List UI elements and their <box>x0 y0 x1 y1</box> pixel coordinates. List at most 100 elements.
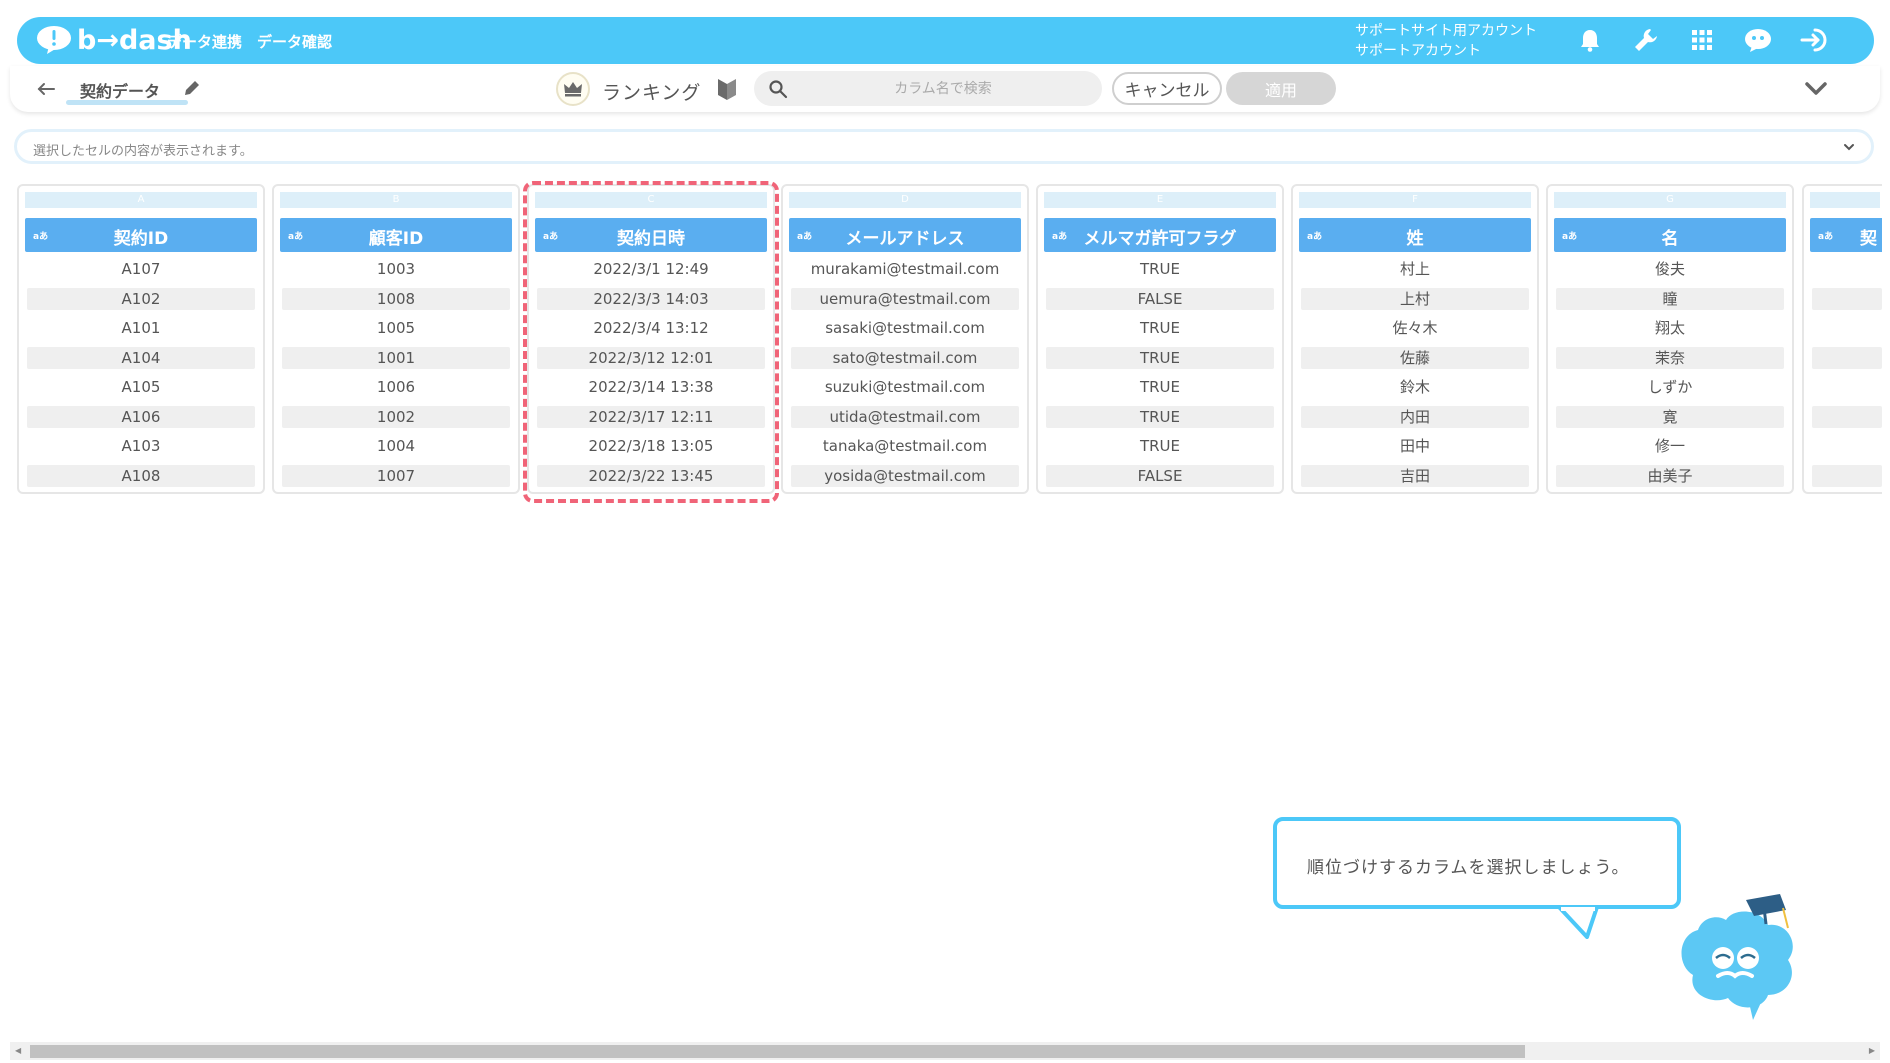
table-cell[interactable]: A102 <box>27 287 255 310</box>
bell-icon[interactable] <box>1575 25 1605 55</box>
table-cell[interactable]: 2022/3/3 14:03 <box>537 287 765 310</box>
table-cell[interactable] <box>1812 346 1882 369</box>
table-cell[interactable]: 1001 <box>282 346 510 369</box>
table-cell[interactable]: 内田 <box>1301 405 1529 428</box>
table-cell[interactable]: 2022/3/22 13:45 <box>537 464 765 487</box>
table-cell[interactable]: 俊夫 <box>1556 258 1784 280</box>
column-header[interactable]: aあ名 <box>1554 218 1786 252</box>
table-cell[interactable]: yosida@testmail.com <box>791 464 1019 487</box>
table-cell[interactable]: A101 <box>27 317 255 339</box>
column-header[interactable]: aあ 契約ID <box>25 218 257 252</box>
table-cell[interactable]: 佐藤 <box>1301 346 1529 369</box>
table-cell[interactable]: TRUE <box>1046 346 1274 369</box>
table-cell[interactable]: TRUE <box>1046 258 1274 280</box>
table-cell[interactable]: uemura@testmail.com <box>791 287 1019 310</box>
table-cell[interactable]: 1004 <box>282 435 510 457</box>
table-cell[interactable]: 2022/3/4 13:12 <box>537 317 765 339</box>
table-cell[interactable]: 翔太 <box>1556 317 1784 339</box>
nav-data-integration[interactable]: データ連携 <box>167 31 242 52</box>
table-cell[interactable]: 瞳 <box>1556 287 1784 310</box>
table-cell[interactable]: 1007 <box>282 464 510 487</box>
table-cell[interactable]: 茉奈 <box>1556 346 1784 369</box>
table-cell[interactable]: A108 <box>27 464 255 487</box>
table-cell[interactable]: 2022/3/14 13:38 <box>537 376 765 398</box>
grid-icon[interactable] <box>1687 25 1717 55</box>
table-cell[interactable]: A105 <box>27 376 255 398</box>
table-cell[interactable] <box>1812 435 1882 457</box>
account-info[interactable]: サポートサイト用アカウント サポートアカウント <box>1355 21 1537 61</box>
cancel-button[interactable]: キャンセル <box>1112 72 1222 105</box>
scroll-right-icon[interactable]: ▶ <box>1869 1046 1875 1055</box>
apply-button[interactable]: 適用 <box>1226 72 1336 105</box>
nav-data-check[interactable]: データ確認 <box>257 31 332 52</box>
table-cell[interactable] <box>1812 287 1882 310</box>
table-cell[interactable]: 佐々木 <box>1301 317 1529 339</box>
table-cell[interactable]: tanaka@testmail.com <box>791 435 1019 457</box>
table-cell[interactable]: 1002 <box>282 405 510 428</box>
chevron-down-icon[interactable] <box>1839 139 1859 155</box>
table-cell[interactable] <box>1812 258 1882 280</box>
column-header[interactable]: aあ姓 <box>1299 218 1531 252</box>
table-column[interactable]: Baあ 顧客ID 1003 1008 1005 1001 1006 1002 1004 1007 <box>272 184 520 494</box>
table-cell[interactable]: 2022/3/1 12:49 <box>537 258 765 280</box>
back-arrow-icon[interactable] <box>34 78 58 100</box>
table-cell[interactable] <box>1812 317 1882 339</box>
chat-bot-icon[interactable] <box>1743 25 1773 55</box>
sheet-title[interactable]: 契約データ <box>80 78 160 102</box>
table-cell[interactable] <box>1812 376 1882 398</box>
table-column[interactable]: Caあ 契約日時 2022/3/1 12:49 2022/3/3 14:03 2022/… <box>527 184 775 494</box>
table-cell[interactable]: A107 <box>27 258 255 280</box>
table-column[interactable]: Aaあ 契約ID A107 A102 A101 A104 A105 A106 A103 A108 <box>17 184 265 494</box>
table-cell[interactable]: 由美子 <box>1556 464 1784 487</box>
table-cell[interactable]: A106 <box>27 405 255 428</box>
table-cell[interactable] <box>1812 405 1882 428</box>
table-cell[interactable]: TRUE <box>1046 376 1274 398</box>
table-cell[interactable]: 田中 <box>1301 435 1529 457</box>
table-cell[interactable]: sato@testmail.com <box>791 346 1019 369</box>
table-cell[interactable]: 2022/3/12 12:01 <box>537 346 765 369</box>
table-column[interactable]: Gaあ名俊夫瞳翔太 茉奈 しずか寛修一 由美子 <box>1546 184 1794 494</box>
table-cell[interactable]: 1003 <box>282 258 510 280</box>
column-header[interactable]: aあ 契約日時 <box>535 218 767 252</box>
table-cell[interactable]: しずか <box>1556 376 1784 398</box>
table-column[interactable]: Faあ姓村上 上村 佐々木 佐藤 鈴木 内田 田中 吉田 <box>1291 184 1539 494</box>
table-cell[interactable]: suzuki@testmail.com <box>791 376 1019 398</box>
table-cell[interactable]: utida@testmail.com <box>791 405 1019 428</box>
table-cell[interactable]: TRUE <box>1046 405 1274 428</box>
column-header[interactable]: aあ メールアドレス <box>789 218 1021 252</box>
table-cell[interactable]: FALSE <box>1046 287 1274 310</box>
table-cell[interactable]: 1005 <box>282 317 510 339</box>
scrollbar-thumb[interactable] <box>30 1045 1525 1058</box>
logout-icon[interactable] <box>1799 25 1829 55</box>
table-cell[interactable]: sasaki@testmail.com <box>791 317 1019 339</box>
table-column[interactable]: Daあ メールアドレス murakami@testmail.com uemura@te… <box>781 184 1029 494</box>
table-column-partial[interactable]: aあ 契 <box>1802 184 1882 494</box>
table-cell[interactable] <box>1812 464 1882 487</box>
table-column[interactable]: Eaあ メルマガ許可フラグ TRUE FALSE TRUE TRUE TRUE TRUE TRU… <box>1036 184 1284 494</box>
table-cell[interactable]: TRUE <box>1046 317 1274 339</box>
chevron-down-icon[interactable] <box>1802 78 1830 100</box>
table-cell[interactable]: 1008 <box>282 287 510 310</box>
horizontal-scrollbar[interactable]: ◀ ▶ <box>10 1042 1880 1060</box>
column-header[interactable]: aあ 顧客ID <box>280 218 512 252</box>
cell-content-bar[interactable]: 選択したセルの内容が表示されます。 <box>14 129 1874 164</box>
table-cell[interactable]: 修一 <box>1556 435 1784 457</box>
column-header[interactable]: aあ メルマガ許可フラグ <box>1044 218 1276 252</box>
table-cell[interactable]: FALSE <box>1046 464 1274 487</box>
table-cell[interactable]: 2022/3/17 12:11 <box>537 405 765 428</box>
table-cell[interactable]: 1006 <box>282 376 510 398</box>
table-cell[interactable]: A103 <box>27 435 255 457</box>
table-cell[interactable]: 村上 <box>1301 258 1529 280</box>
table-cell[interactable]: 鈴木 <box>1301 376 1529 398</box>
table-cell[interactable]: 2022/3/18 13:05 <box>537 435 765 457</box>
scroll-left-icon[interactable]: ◀ <box>15 1046 21 1055</box>
table-cell[interactable]: A104 <box>27 346 255 369</box>
wrench-icon[interactable] <box>1631 25 1661 55</box>
pencil-icon[interactable] <box>182 78 202 98</box>
beginner-mark-icon[interactable] <box>716 76 738 102</box>
table-cell[interactable]: murakami@testmail.com <box>791 258 1019 280</box>
table-cell[interactable]: 吉田 <box>1301 464 1529 487</box>
table-cell[interactable]: 寛 <box>1556 405 1784 428</box>
table-cell[interactable]: 上村 <box>1301 287 1529 310</box>
column-header[interactable]: aあ 契 <box>1810 218 1882 252</box>
